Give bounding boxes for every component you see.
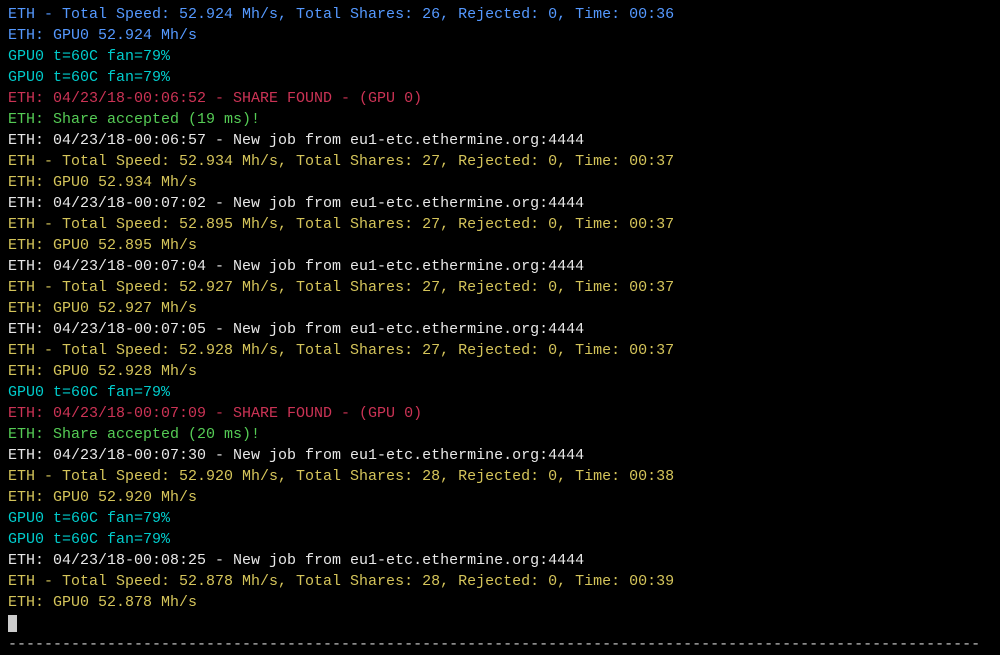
- log-line: ETH: GPU0 52.920 Mh/s: [8, 487, 992, 508]
- log-line: ETH: GPU0 52.928 Mh/s: [8, 361, 992, 382]
- log-line: GPU0 t=60C fan=79%: [8, 46, 992, 67]
- log-line: ETH - Total Speed: 52.928 Mh/s, Total Sh…: [8, 340, 992, 361]
- terminal-output: ETH - Total Speed: 52.924 Mh/s, Total Sh…: [8, 4, 992, 655]
- log-line: ETH: 04/23/18-00:07:02 - New job from eu…: [8, 193, 992, 214]
- log-line: ETH: GPU0 52.878 Mh/s: [8, 592, 992, 613]
- log-line: ETH: 04/23/18-00:07:05 - New job from eu…: [8, 319, 992, 340]
- log-line: ETH: GPU0 52.927 Mh/s: [8, 298, 992, 319]
- separator-line: ----------------------------------------…: [8, 634, 992, 655]
- log-line: ETH - Total Speed: 52.927 Mh/s, Total Sh…: [8, 277, 992, 298]
- log-line: ETH - Total Speed: 52.924 Mh/s, Total Sh…: [8, 4, 992, 25]
- log-line: GPU0 t=60C fan=79%: [8, 508, 992, 529]
- log-line: GPU0 t=60C fan=79%: [8, 67, 992, 88]
- log-line: ETH: 04/23/18-00:06:52 - SHARE FOUND - (…: [8, 88, 992, 109]
- log-line: GPU0 t=60C fan=79%: [8, 529, 992, 550]
- log-line: ETH: Share accepted (20 ms)!: [8, 424, 992, 445]
- log-line: ETH - Total Speed: 52.878 Mh/s, Total Sh…: [8, 571, 992, 592]
- log-line: ETH: GPU0 52.924 Mh/s: [8, 25, 992, 46]
- log-line: ETH: 04/23/18-00:06:57 - New job from eu…: [8, 130, 992, 151]
- log-line: ETH - Total Speed: 52.934 Mh/s, Total Sh…: [8, 151, 992, 172]
- log-line: GPU0 t=60C fan=79%: [8, 382, 992, 403]
- cursor: [8, 615, 17, 632]
- log-line: ETH - Total Speed: 52.920 Mh/s, Total Sh…: [8, 466, 992, 487]
- log-line: ETH: GPU0 52.895 Mh/s: [8, 235, 992, 256]
- log-line: ETH: Share accepted (19 ms)!: [8, 109, 992, 130]
- log-line: ETH - Total Speed: 52.895 Mh/s, Total Sh…: [8, 214, 992, 235]
- log-line: ETH: 04/23/18-00:07:09 - SHARE FOUND - (…: [8, 403, 992, 424]
- log-line: ETH: 04/23/18-00:07:04 - New job from eu…: [8, 256, 992, 277]
- log-line: ETH: 04/23/18-00:08:25 - New job from eu…: [8, 550, 992, 571]
- cursor-line: [8, 613, 992, 634]
- log-line: ETH: 04/23/18-00:07:30 - New job from eu…: [8, 445, 992, 466]
- log-line: ETH: GPU0 52.934 Mh/s: [8, 172, 992, 193]
